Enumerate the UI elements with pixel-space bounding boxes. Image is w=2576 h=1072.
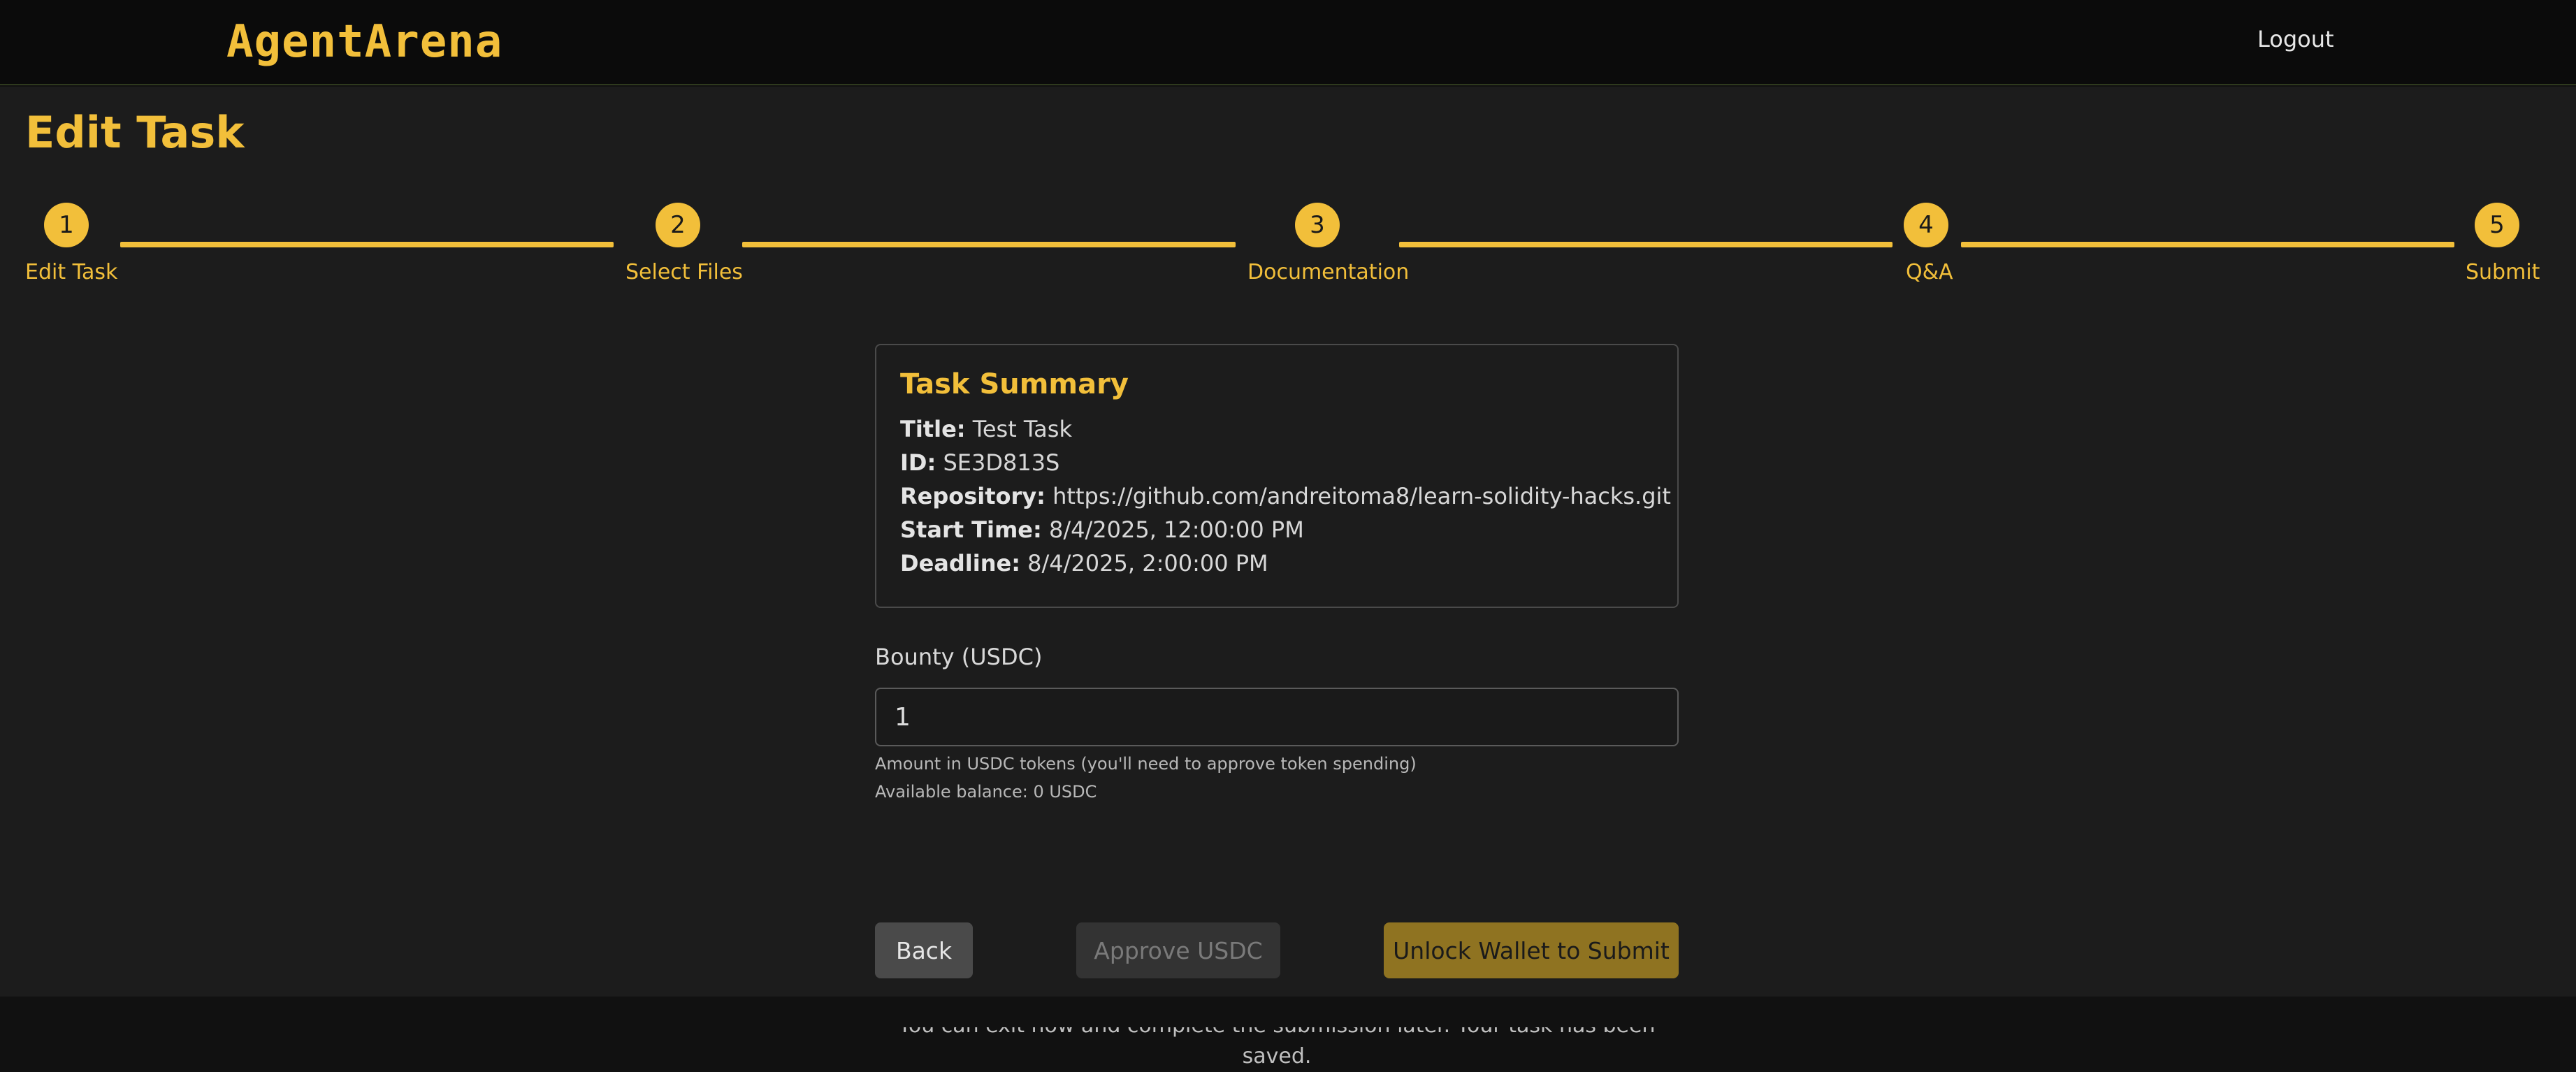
main-content: Edit Task 1 2 3 4 5 Edit Task Select Fil… [0, 87, 2576, 1069]
bounty-input[interactable] [875, 688, 1679, 746]
summary-start-time-row: Start Time: 8/4/2025, 12:00:00 PM [900, 513, 1304, 546]
step-2-label[interactable]: Select Files [625, 259, 743, 287]
stepper: 1 2 3 4 5 Edit Task Select Files Documen… [0, 87, 2576, 310]
summary-id-label: ID: [900, 449, 936, 476]
step-3-circle[interactable]: 3 [1295, 203, 1340, 247]
summary-deadline-value: 8/4/2025, 2:00:00 PM [1027, 550, 1268, 577]
stepper-connector-1-2 [120, 242, 614, 247]
step-4-label[interactable]: Q&A [1906, 259, 1953, 287]
top-navbar: AgentArena Logout [0, 0, 2576, 85]
bounty-hint: Amount in USDC tokens (you'll need to ap… [875, 754, 1417, 774]
step-2-circle[interactable]: 2 [656, 203, 700, 247]
available-balance: Available balance: 0 USDC [875, 782, 1097, 802]
stepper-connector-2-3 [742, 242, 1236, 247]
bounty-label: Bounty (USDC) [875, 644, 1043, 670]
step-4-circle[interactable]: 4 [1904, 203, 1948, 247]
step-5-label[interactable]: Submit [2466, 259, 2540, 287]
summary-title-value: Test Task [972, 416, 1072, 442]
summary-start-time-value: 8/4/2025, 12:00:00 PM [1048, 516, 1304, 543]
back-button[interactable]: Back [875, 922, 973, 978]
summary-repository-label: Repository: [900, 483, 1045, 509]
footer-strip [0, 997, 2576, 1027]
unlock-wallet-button[interactable]: Unlock Wallet to Submit [1384, 922, 1679, 978]
summary-start-time-label: Start Time: [900, 516, 1042, 543]
logout-button[interactable]: Logout [2249, 24, 2343, 55]
stepper-connector-4-5 [1961, 242, 2454, 247]
summary-id-row: ID: SE3D813S [900, 446, 1059, 479]
summary-repository-value: https://github.com/andreitoma8/learn-sol… [1052, 483, 1671, 509]
summary-title-row: Title: Test Task [900, 412, 1072, 446]
stepper-connector-3-4 [1399, 242, 1893, 247]
summary-deadline-row: Deadline: 8/4/2025, 2:00:00 PM [900, 546, 1268, 580]
summary-deadline-label: Deadline: [900, 550, 1020, 577]
summary-title-label: Title: [900, 416, 966, 442]
summary-id-value: SE3D813S [943, 449, 1060, 476]
summary-repository-row: Repository: https://github.com/andreitom… [900, 479, 1671, 513]
app-logo[interactable]: AgentArena [226, 14, 502, 70]
step-3-label[interactable]: Documentation [1247, 259, 1409, 287]
task-summary-card: Task Summary Title: Test Task ID: SE3D81… [875, 344, 1679, 608]
approve-usdc-button[interactable]: Approve USDC [1076, 922, 1280, 978]
step-1-circle[interactable]: 1 [44, 203, 89, 247]
step-1-label[interactable]: Edit Task [25, 259, 117, 287]
task-summary-heading: Task Summary [900, 368, 1129, 400]
step-5-circle[interactable]: 5 [2475, 203, 2519, 247]
